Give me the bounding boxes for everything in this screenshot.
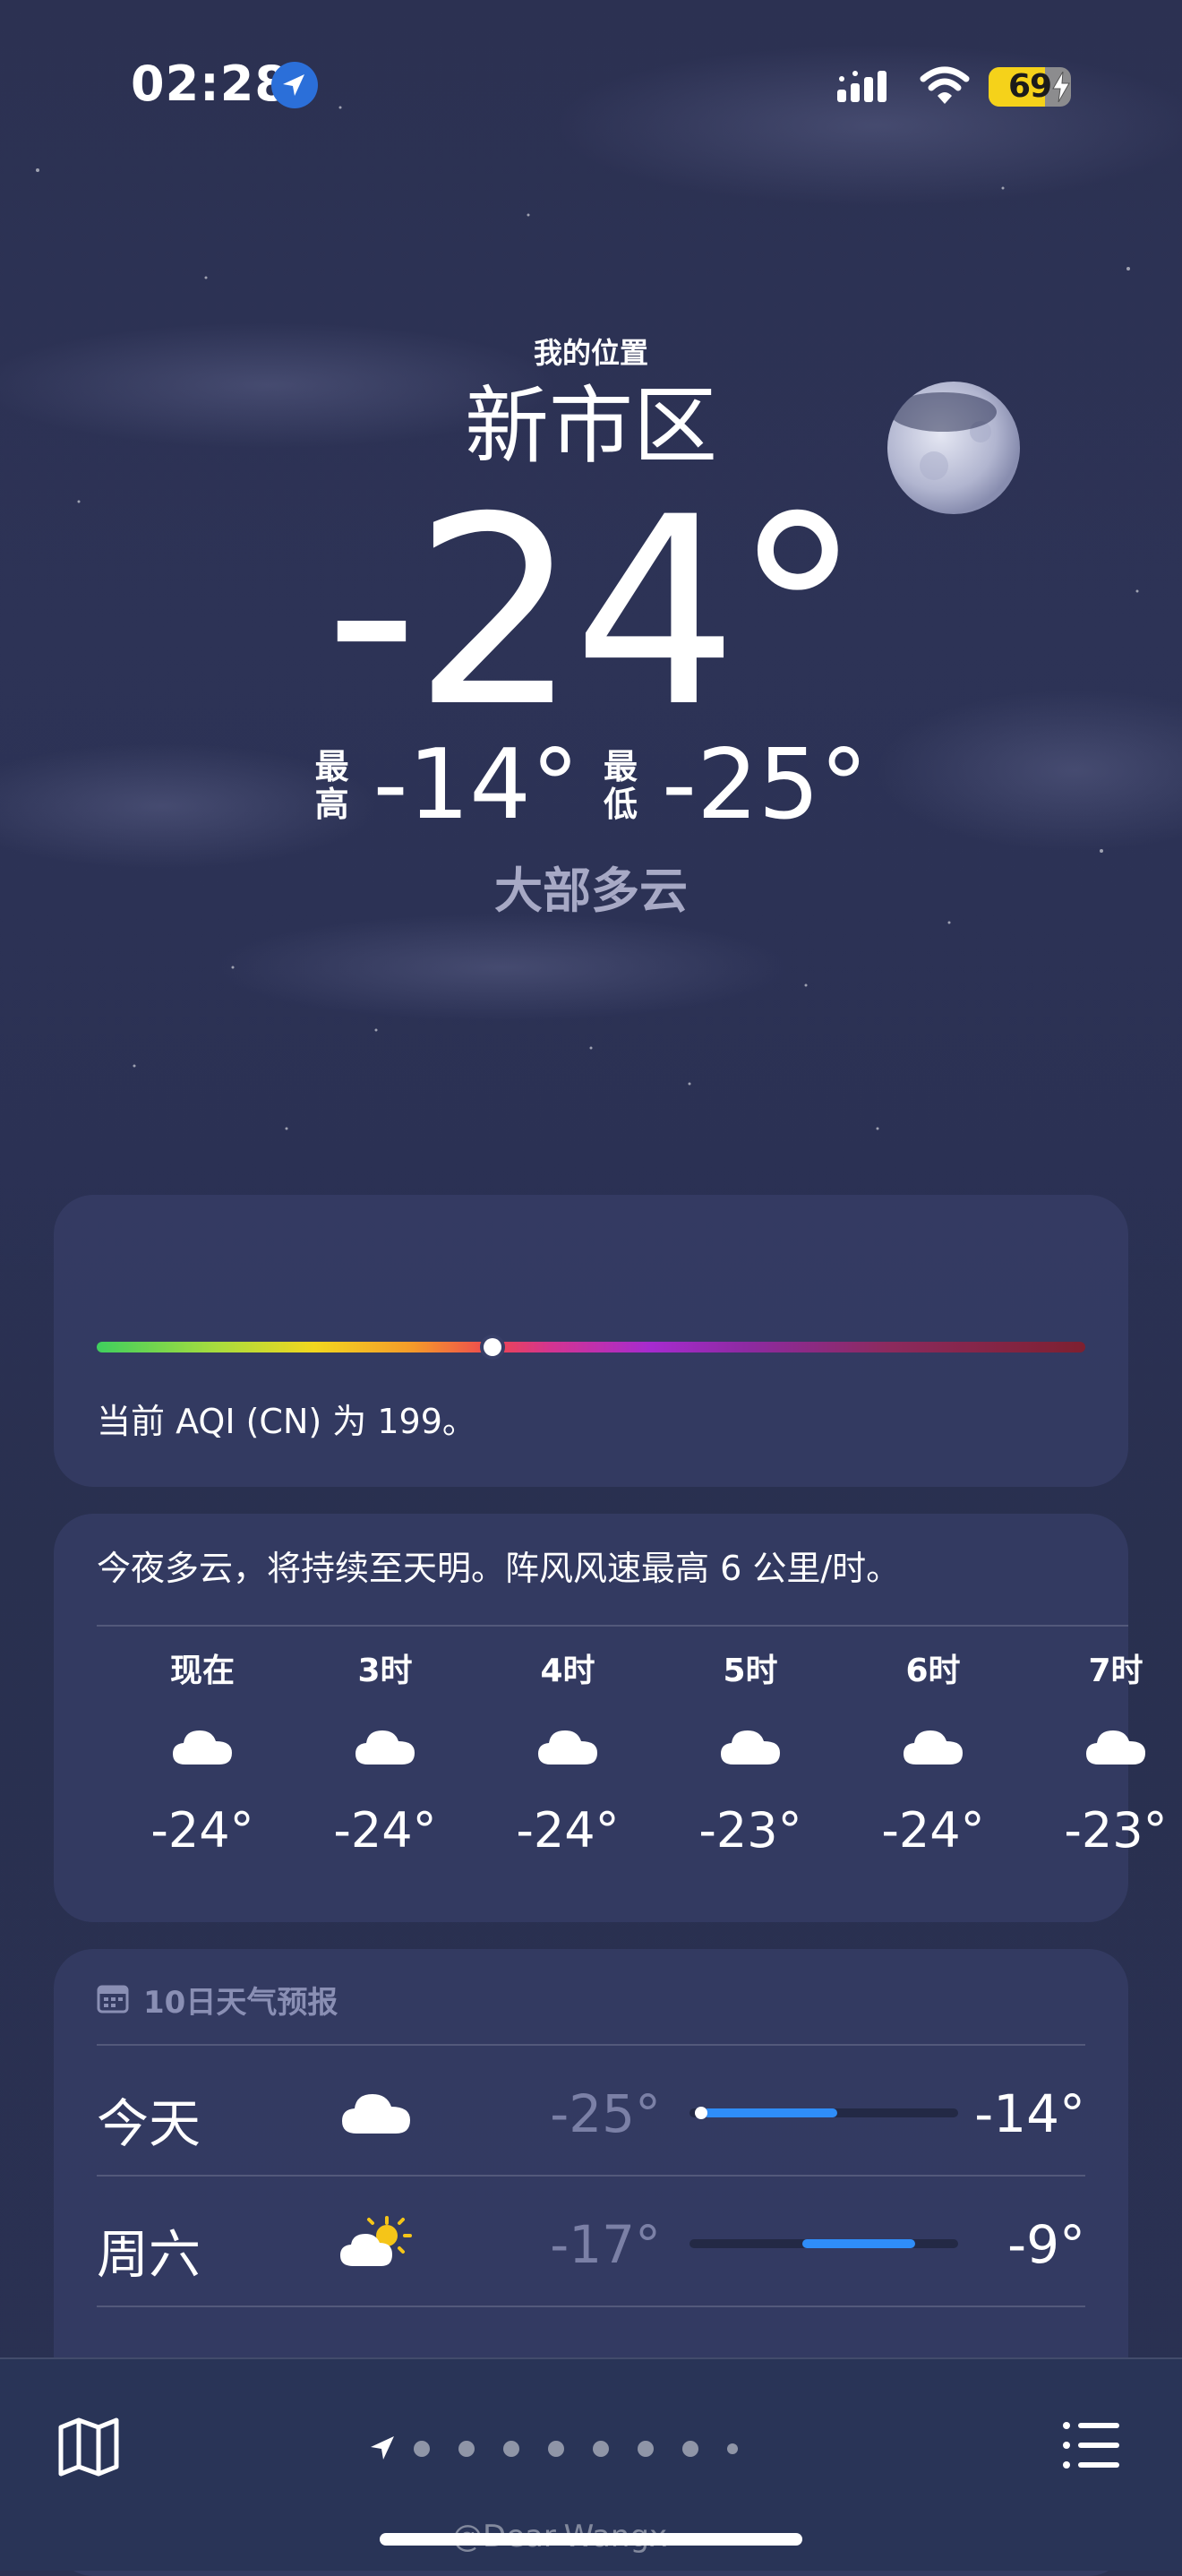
wifi-icon bbox=[920, 66, 970, 104]
weather-condition: 大部多云 bbox=[494, 863, 688, 919]
day-high: -9° bbox=[1007, 2214, 1085, 2275]
temperature-range-bar bbox=[703, 2108, 837, 2117]
day-row[interactable]: 周六 -17° -9° bbox=[97, 2177, 1085, 2306]
high-temperature: -14° bbox=[373, 729, 579, 841]
hour-item: 6时 -24° bbox=[842, 1650, 1024, 1859]
hour-temperature: -24° bbox=[881, 1802, 985, 1859]
aqi-text: 当前 AQI (CN) 为 199。 bbox=[97, 1402, 476, 1441]
hour-item: 7时 -23° bbox=[1024, 1650, 1182, 1859]
day-divider bbox=[97, 2306, 1085, 2307]
temperature-range-bar bbox=[802, 2239, 915, 2248]
cloud-icon bbox=[355, 1730, 415, 1765]
aqi-indicator-dot bbox=[483, 1338, 501, 1356]
hour-item: 5时 -23° bbox=[659, 1650, 842, 1859]
location-arrow-icon bbox=[371, 2436, 394, 2460]
home-indicator[interactable] bbox=[380, 2533, 802, 2546]
page-dot[interactable] bbox=[593, 2441, 609, 2457]
hour-item: 4时 -24° bbox=[476, 1650, 659, 1859]
day-high: -14° bbox=[974, 2083, 1085, 2144]
hour-label: 现在 bbox=[169, 1653, 235, 1689]
location-arrow-icon bbox=[271, 62, 318, 108]
current-temperature: -24° bbox=[324, 462, 863, 764]
hour-label: 7时 bbox=[1088, 1653, 1143, 1689]
hour-temperature: -23° bbox=[698, 1802, 802, 1859]
page-dot[interactable] bbox=[638, 2441, 654, 2457]
day-low: -17° bbox=[550, 2214, 661, 2275]
hour-label: 6时 bbox=[905, 1653, 961, 1689]
page-dot[interactable] bbox=[503, 2441, 519, 2457]
hour-temperature: -24° bbox=[516, 1802, 620, 1859]
hour-temperature: -23° bbox=[1064, 1802, 1168, 1859]
temperature-range-track bbox=[690, 2239, 958, 2248]
ten-day-title: 10日天气预报 bbox=[143, 1985, 338, 2021]
partly-sunny-icon bbox=[340, 2216, 412, 2266]
hourly-summary: 今夜多云，将持续至天明。阵风风速最高 6 公里/时。 bbox=[97, 1549, 901, 1588]
charging-bolt-icon bbox=[1052, 72, 1070, 102]
cloud-icon bbox=[173, 1730, 232, 1765]
hourly-list[interactable]: 现在 -24° 3时 -24° 4时 -24° 5时 -23° 6时 -24° … bbox=[54, 1650, 1167, 1910]
hourly-divider bbox=[97, 1625, 1128, 1627]
status-time: 02:28 bbox=[131, 56, 289, 112]
list-icon[interactable] bbox=[1062, 2420, 1121, 2470]
low-temperature: -25° bbox=[662, 729, 869, 841]
page-dot[interactable] bbox=[548, 2441, 564, 2457]
aqi-scale-bar bbox=[97, 1342, 1085, 1352]
high-low-temperatures: 最高 -14° 最低 -25° bbox=[0, 736, 1182, 835]
location-header: 我的位置 新市区 bbox=[0, 331, 1182, 480]
bottom-toolbar: @Dear-Wangx bbox=[0, 2357, 1182, 2571]
cloud-icon bbox=[342, 2094, 410, 2134]
page-dot[interactable] bbox=[414, 2441, 430, 2457]
low-label: 最低 bbox=[603, 747, 638, 824]
cloud-icon bbox=[721, 1730, 780, 1765]
map-icon[interactable] bbox=[57, 2415, 120, 2477]
location-label: 我的位置 bbox=[533, 336, 648, 370]
temperature-range-track bbox=[690, 2107, 958, 2119]
page-dot[interactable] bbox=[727, 2443, 738, 2454]
cloud-icon bbox=[1086, 1730, 1145, 1765]
calendar-icon bbox=[97, 1985, 129, 2014]
cloud-icon bbox=[538, 1730, 597, 1765]
high-label: 最高 bbox=[314, 747, 349, 824]
day-name: 周六 bbox=[97, 2224, 201, 2285]
page-dot[interactable] bbox=[682, 2441, 698, 2457]
air-quality-card[interactable]: 当前 AQI (CN) 为 199。 bbox=[54, 1195, 1128, 1487]
hour-temperature: -24° bbox=[333, 1802, 437, 1859]
page-dot[interactable] bbox=[458, 2441, 475, 2457]
day-low: -25° bbox=[550, 2083, 661, 2144]
day-name: 今天 bbox=[97, 2093, 201, 2154]
hour-item: 现在 -24° bbox=[111, 1650, 294, 1859]
hour-item: 3时 -24° bbox=[294, 1650, 476, 1859]
status-bar: 02:28 69 bbox=[0, 0, 1182, 170]
cloud-icon bbox=[904, 1730, 963, 1765]
hour-label: 5时 bbox=[723, 1653, 778, 1689]
hour-label: 4时 bbox=[540, 1653, 595, 1689]
hour-temperature: -24° bbox=[150, 1802, 254, 1859]
day-row[interactable]: 今天 -25° -14° bbox=[97, 2046, 1085, 2175]
current-temperature-dot bbox=[695, 2107, 707, 2119]
page-indicator[interactable] bbox=[367, 2433, 815, 2469]
hourly-forecast-card[interactable]: 今夜多云，将持续至天明。阵风风速最高 6 公里/时。 现在 -24° 3时 -2… bbox=[54, 1514, 1168, 1922]
cellular-signal-icon bbox=[837, 71, 886, 102]
hour-label: 3时 bbox=[357, 1653, 413, 1689]
